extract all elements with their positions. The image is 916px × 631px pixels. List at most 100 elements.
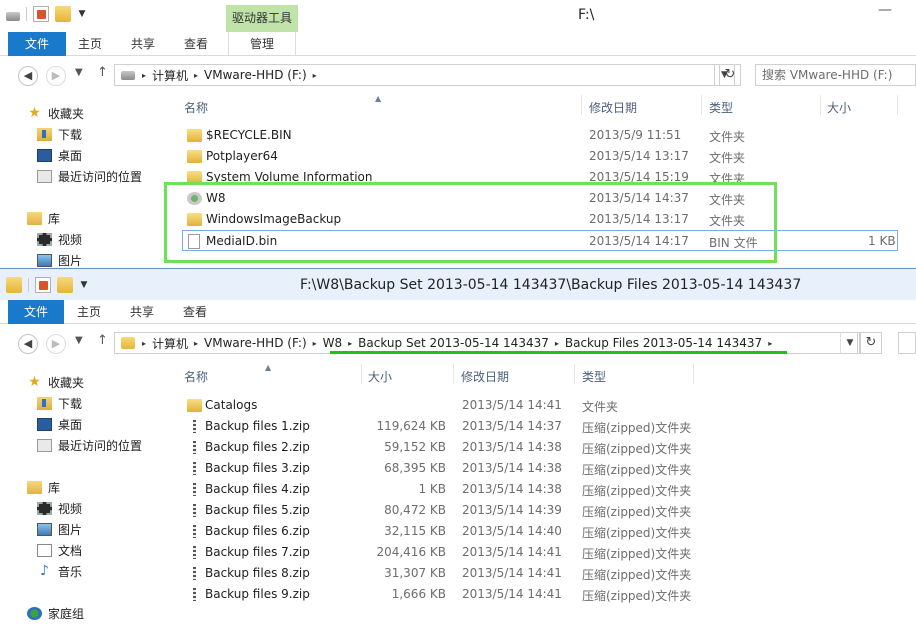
breadcrumb-item[interactable]: Backup Set 2013-05-14 143437	[355, 336, 552, 350]
folder-icon[interactable]	[6, 277, 22, 293]
back-button[interactable]: ◀	[18, 66, 38, 86]
tab-home[interactable]: 主页	[64, 300, 114, 324]
forward-button[interactable]: ▶	[46, 66, 66, 86]
chevron-down-icon[interactable]: ▼	[77, 6, 87, 22]
file-row[interactable]: Backup files 2.zip 59,152 KB 2013/5/14 1…	[165, 437, 916, 458]
nav-videos[interactable]: 视频	[37, 231, 82, 248]
library-icon	[27, 481, 42, 494]
nav-homegroup[interactable]: 家庭组	[27, 605, 84, 622]
nav-favorites[interactable]: ★ 收藏夹	[27, 374, 84, 391]
nav-videos[interactable]: 视频	[37, 500, 82, 517]
nav-downloads[interactable]: 下载	[37, 126, 82, 143]
file-row[interactable]: Backup files 5.zip 80,472 KB 2013/5/14 1…	[165, 500, 916, 521]
column-divider[interactable]	[693, 364, 694, 384]
drive-icon[interactable]	[6, 11, 20, 21]
tab-home[interactable]: 主页	[66, 32, 114, 56]
column-divider[interactable]	[581, 95, 582, 115]
file-row[interactable]: Backup files 3.zip 68,395 KB 2013/5/14 1…	[165, 458, 916, 479]
breadcrumb-item[interactable]: VMware-HHD (F:)	[201, 336, 310, 350]
recent-locations-chevron-icon[interactable]: ▼	[75, 67, 83, 78]
column-header-date[interactable]: 修改日期	[589, 99, 637, 116]
column-divider[interactable]	[361, 364, 362, 384]
breadcrumb-item[interactable]: Backup Files 2013-05-14 143437	[562, 336, 765, 350]
column-divider[interactable]	[820, 95, 821, 115]
tab-manage[interactable]: 管理	[228, 32, 296, 56]
nav-pictures[interactable]: 图片	[37, 252, 82, 268]
breadcrumb-sep-icon[interactable]: ▸	[139, 339, 149, 348]
column-header-name[interactable]: 名称	[184, 99, 208, 116]
column-header-type[interactable]: 类型	[709, 99, 733, 116]
tab-view[interactable]: 查看	[170, 300, 220, 324]
file-row[interactable]: Backup files 6.zip 32,115 KB 2013/5/14 1…	[165, 521, 916, 542]
address-box[interactable]: ▸ 计算机 ▸ VMware-HHD (F:) ▸	[114, 64, 715, 86]
nav-libraries[interactable]: 库	[27, 210, 60, 227]
breadcrumb-sep-icon[interactable]: ▸	[310, 339, 320, 348]
column-header-size[interactable]: 大小	[827, 99, 851, 116]
breadcrumb-sep-icon[interactable]: ▸	[191, 339, 201, 348]
up-button[interactable]: ↑	[97, 333, 108, 348]
breadcrumb-item[interactable]: VMware-HHD (F:)	[201, 68, 310, 82]
column-header-date[interactable]: 修改日期	[461, 368, 509, 385]
breadcrumb-sep-icon[interactable]: ▸	[139, 71, 149, 80]
breadcrumb-item[interactable]: 计算机	[149, 67, 191, 84]
minimize-icon[interactable]: —	[878, 2, 892, 18]
refresh-icon[interactable]: ↻	[860, 332, 882, 354]
nav-documents[interactable]: 文档	[37, 542, 82, 559]
up-button[interactable]: ↑	[97, 65, 108, 80]
file-date: 2013/5/14 14:38	[462, 482, 562, 496]
file-row[interactable]: Backup files 7.zip 204,416 KB 2013/5/14 …	[165, 542, 916, 563]
column-divider[interactable]	[453, 364, 454, 384]
column-divider[interactable]	[574, 364, 575, 384]
file-row[interactable]: Backup files 9.zip 1,666 KB 2013/5/14 14…	[165, 584, 916, 605]
breadcrumb-item[interactable]: W8	[320, 336, 346, 350]
nav-music[interactable]: ♪ 音乐	[37, 563, 82, 580]
nav-desktop[interactable]: 桌面	[37, 147, 82, 164]
file-row[interactable]: $RECYCLE.BIN 2013/5/9 11:51 文件夹	[165, 125, 916, 146]
back-button[interactable]: ◀	[18, 334, 38, 354]
file-row[interactable]: Backup files 4.zip 1 KB 2013/5/14 14:38 …	[165, 479, 916, 500]
nav-label: 库	[48, 212, 61, 226]
nav-pictures[interactable]: 图片	[37, 521, 82, 538]
breadcrumb-sep-icon[interactable]: ▸	[191, 71, 201, 80]
tab-file[interactable]: 文件	[8, 32, 66, 56]
column-header-size[interactable]: 大小	[368, 368, 392, 385]
properties-icon[interactable]	[35, 277, 51, 293]
breadcrumb-sep-icon[interactable]: ▸	[765, 339, 775, 348]
file-type: 文件夹	[709, 130, 746, 144]
nav-libraries[interactable]: 库	[27, 479, 60, 496]
column-divider[interactable]	[897, 95, 898, 115]
nav-recent-places[interactable]: 最近访问的位置	[37, 168, 142, 185]
breadcrumb-item[interactable]: 计算机	[149, 335, 191, 352]
file-row[interactable]: Backup files 1.zip 119,624 KB 2013/5/14 …	[165, 416, 916, 437]
file-date: 2013/5/14 14:41	[462, 398, 562, 412]
recent-locations-chevron-icon[interactable]: ▼	[75, 335, 83, 346]
column-divider[interactable]	[701, 95, 702, 115]
file-row[interactable]: Catalogs 2013/5/14 14:41 文件夹	[165, 395, 916, 416]
tab-file[interactable]: 文件	[8, 300, 64, 324]
tab-share[interactable]: 共享	[118, 300, 166, 324]
new-folder-icon[interactable]	[55, 6, 71, 22]
refresh-icon[interactable]: ↻	[719, 64, 741, 86]
breadcrumb-sep-icon[interactable]: ▸	[552, 339, 562, 348]
file-size: 80,472 KB	[384, 503, 446, 517]
tab-share[interactable]: 共享	[120, 32, 166, 56]
column-header-type[interactable]: 类型	[582, 368, 606, 385]
search-input[interactable]: 搜索 VMware-HHD (F:)	[755, 64, 916, 86]
file-row[interactable]: Backup files 8.zip 31,307 KB 2013/5/14 1…	[165, 563, 916, 584]
properties-icon[interactable]	[33, 6, 49, 22]
file-row[interactable]: Potplayer64 2013/5/14 13:17 文件夹	[165, 146, 916, 167]
nav-downloads[interactable]: 下载	[37, 395, 82, 412]
tab-view[interactable]: 查看	[172, 32, 220, 56]
column-header-name[interactable]: 名称	[184, 368, 208, 385]
breadcrumb-sep-icon[interactable]: ▸	[345, 339, 355, 348]
search-input[interactable]	[898, 332, 916, 354]
chevron-down-icon[interactable]: ▼	[79, 277, 89, 293]
file-type: 压缩(zipped)文件夹	[582, 505, 692, 519]
forward-button[interactable]: ▶	[46, 334, 66, 354]
nav-favorites[interactable]: ★ 收藏夹	[27, 105, 84, 122]
address-history-dropdown[interactable]: ▼	[840, 332, 860, 354]
new-folder-icon[interactable]	[57, 277, 73, 293]
nav-recent-places[interactable]: 最近访问的位置	[37, 437, 142, 454]
nav-desktop[interactable]: 桌面	[37, 416, 82, 433]
breadcrumb-sep-icon[interactable]: ▸	[310, 71, 320, 80]
